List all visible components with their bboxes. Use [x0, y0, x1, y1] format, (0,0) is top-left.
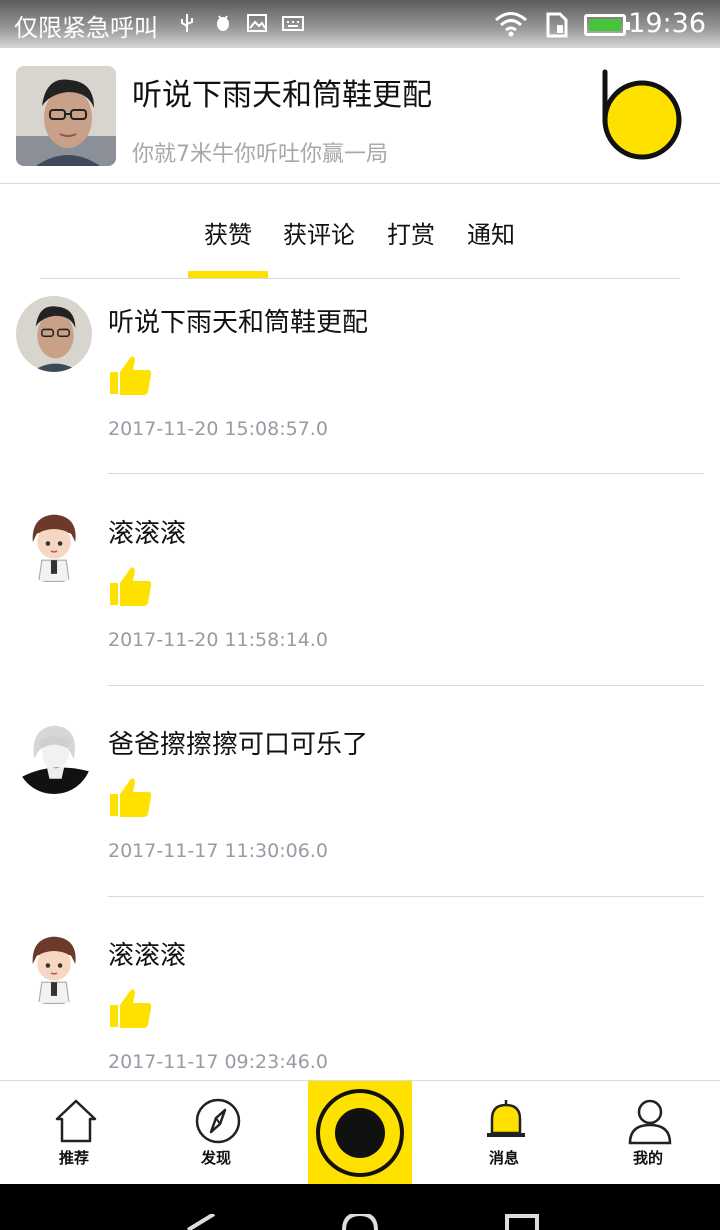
notification-tabs: 获赞 获评论 打赏 通知	[40, 185, 680, 279]
clock-text: 19:36	[628, 8, 706, 39]
home-icon	[55, 1099, 97, 1143]
profile-signature: 你就7米牛你听吐你赢一局	[132, 142, 388, 167]
thumbs-up-icon	[110, 989, 152, 1028]
thumbs-up-icon	[110, 778, 152, 817]
usb-icon	[181, 14, 193, 32]
item-username: 听说下雨天和筒鞋更配	[108, 308, 369, 338]
image-icon	[247, 14, 267, 32]
home-circle-icon[interactable]	[342, 1214, 378, 1230]
profile-name: 听说下雨天和筒鞋更配	[132, 78, 432, 113]
record-button-icon	[316, 1089, 404, 1177]
item-timestamp: 2017-11-20 11:58:14.0	[108, 629, 328, 651]
tab-comments[interactable]: 获评论	[283, 215, 355, 250]
avatar[interactable]	[16, 929, 92, 1005]
nav-label: 推荐	[58, 1149, 89, 1167]
avatar[interactable]	[16, 718, 92, 794]
record-button[interactable]	[308, 1081, 412, 1185]
avatar[interactable]	[16, 507, 92, 583]
system-nav-bar	[0, 1184, 720, 1230]
android-debug-icon	[217, 15, 229, 31]
bottom-nav: 推荐 发现 消息 我的	[0, 1080, 720, 1185]
nav-recommend[interactable]: 推荐	[14, 1081, 134, 1185]
sim-icon	[546, 12, 568, 38]
compass-icon	[195, 1098, 241, 1144]
battery-icon	[584, 14, 630, 36]
item-timestamp: 2017-11-20 15:08:57.0	[108, 418, 328, 440]
back-icon[interactable]	[184, 1214, 220, 1230]
item-divider	[108, 473, 704, 474]
item-username: 爸爸擦擦擦可口可乐了	[108, 730, 369, 760]
thumbs-up-icon	[110, 567, 152, 606]
profile-header: 听说下雨天和筒鞋更配 你就7米牛你听吐你赢一局	[0, 48, 720, 184]
active-tab-indicator	[188, 271, 268, 278]
tab-rewards[interactable]: 打赏	[387, 215, 435, 250]
keyboard-icon	[282, 16, 304, 31]
nav-label: 消息	[488, 1149, 519, 1167]
avatar[interactable]	[16, 296, 92, 372]
item-timestamp: 2017-11-17 11:30:06.0	[108, 840, 328, 862]
nav-profile[interactable]: 我的	[588, 1081, 708, 1185]
item-username: 滚滚滚	[108, 519, 187, 549]
item-timestamp: 2017-11-17 09:23:46.0	[108, 1051, 328, 1073]
bell-icon	[487, 1100, 525, 1137]
thumbs-up-icon	[110, 356, 152, 395]
tab-notices[interactable]: 通知	[467, 215, 515, 250]
nav-label: 我的	[632, 1149, 663, 1167]
nav-discover[interactable]: 发现	[156, 1081, 276, 1185]
likes-list: 听说下雨天和筒鞋更配 2017-11-20 15:08:57.0 滚滚滚 201…	[0, 280, 720, 1080]
list-item[interactable]: 爸爸擦擦擦可口可乐了 2017-11-17 11:30:06.0	[0, 702, 720, 914]
nav-label: 发现	[200, 1149, 231, 1167]
item-username: 滚滚滚	[108, 941, 187, 971]
user-avatar[interactable]	[16, 66, 116, 166]
person-icon	[628, 1099, 672, 1145]
status-bar: 仅限紧急呼叫 19:36	[0, 0, 720, 48]
brand-logo-icon[interactable]	[600, 68, 684, 164]
nav-messages[interactable]: 消息	[444, 1081, 564, 1185]
app-screen: 仅限紧急呼叫 19:36 听说下雨天和筒鞋更配 你就7米牛你听吐你赢一局 获赞 …	[0, 0, 720, 1230]
carrier-text: 仅限紧急呼叫	[14, 14, 158, 42]
list-item[interactable]: 滚滚滚 2017-11-20 11:58:14.0	[0, 491, 720, 703]
list-item[interactable]: 滚滚滚 2017-11-17 09:23:46.0	[0, 913, 720, 1080]
wifi-icon	[495, 12, 527, 37]
recents-icon[interactable]	[504, 1214, 540, 1230]
tab-likes[interactable]: 获赞	[204, 215, 252, 250]
list-item[interactable]: 听说下雨天和筒鞋更配 2017-11-20 15:08:57.0	[0, 280, 720, 492]
item-divider	[108, 896, 704, 897]
item-divider	[108, 685, 704, 686]
